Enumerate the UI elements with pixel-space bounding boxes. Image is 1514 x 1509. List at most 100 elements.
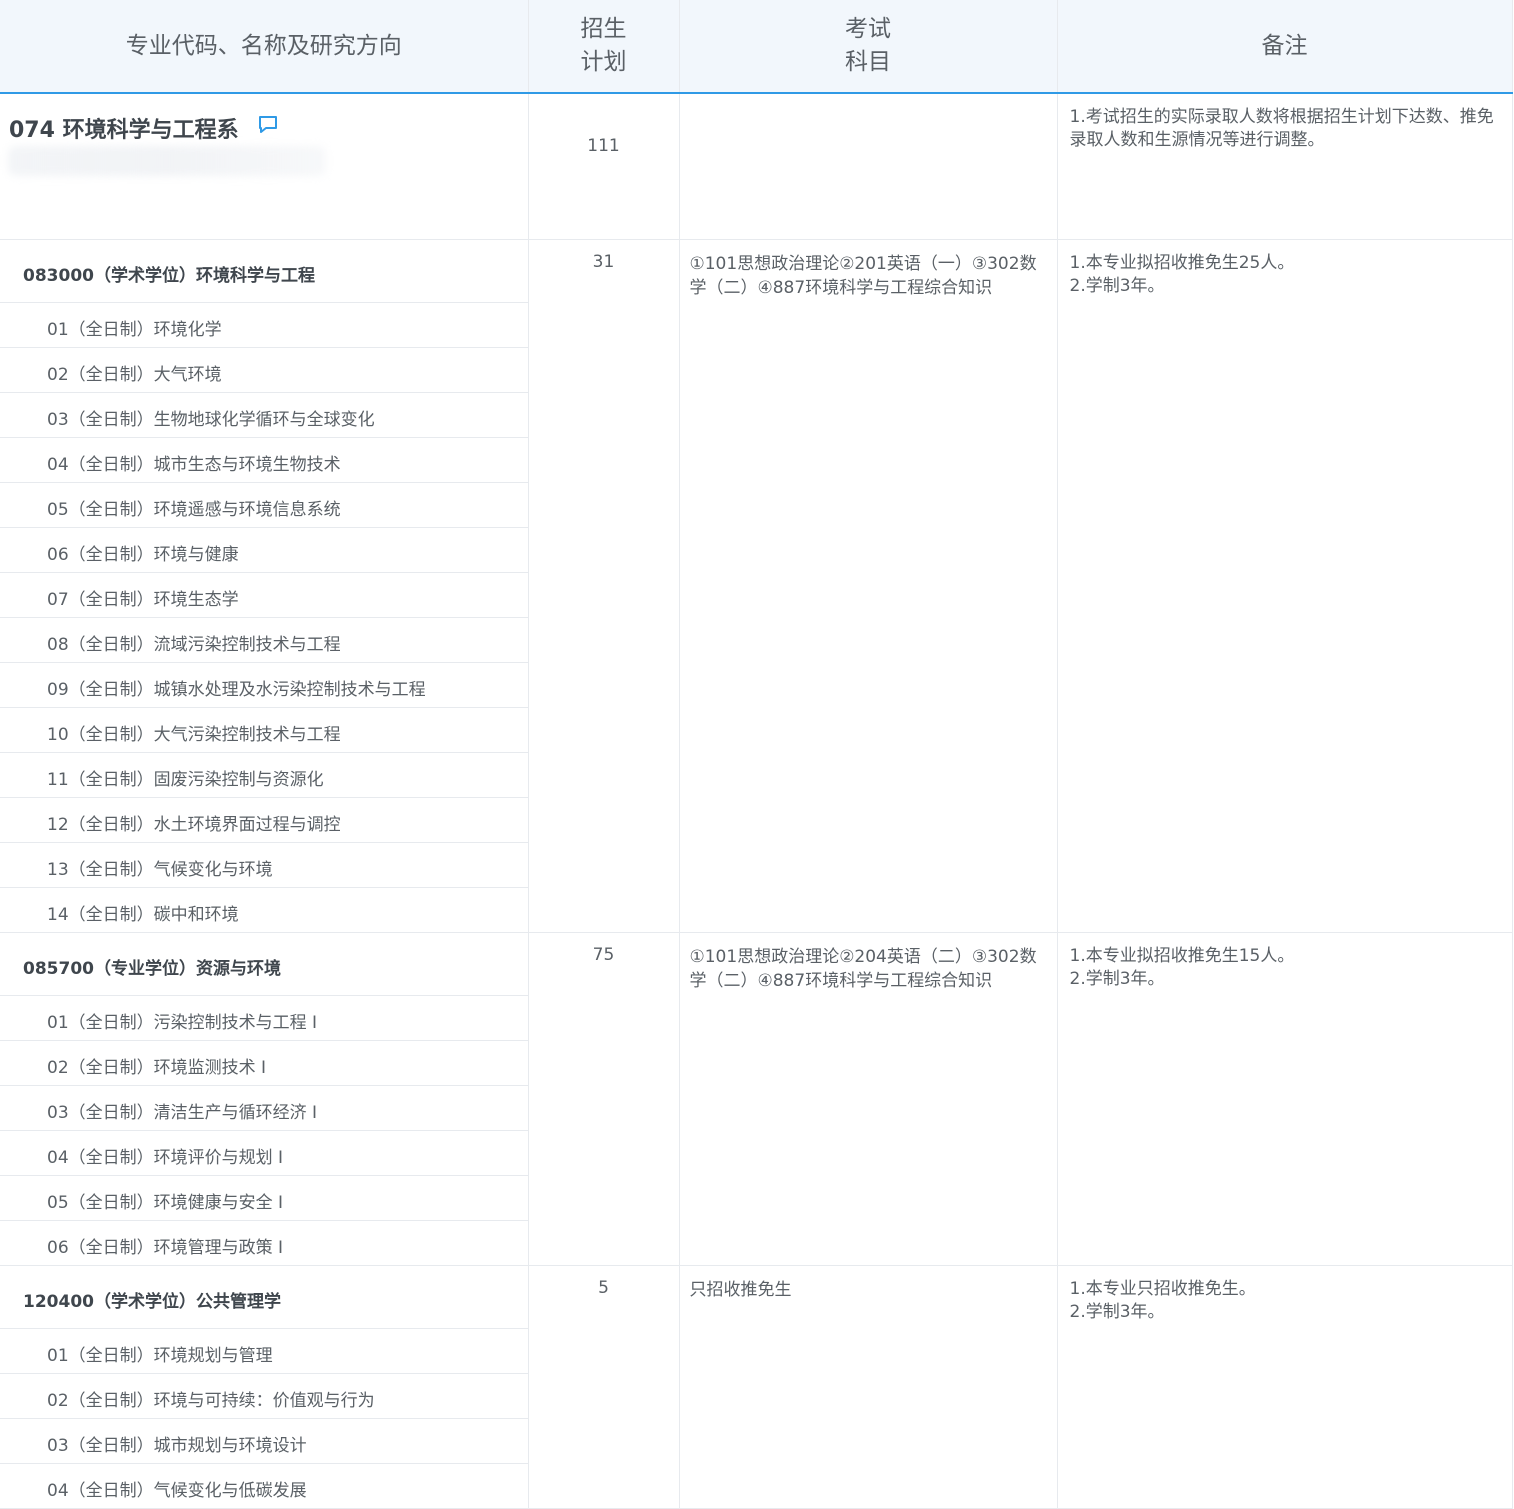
major-note-line: 2.学制3年。 <box>1069 969 1165 989</box>
header-plan-line1: 招生 <box>580 16 627 42</box>
major-note-line: 2.学制3年。 <box>1069 1302 1165 1322</box>
major-name-cell: 120400（学术学位）公共管理学 <box>0 1265 529 1329</box>
major-note: 1.本专业只招收推免生。 2.学制3年。 <box>1057 1265 1513 1509</box>
direction-cell: 10（全日制）大气污染控制技术与工程 <box>0 707 529 753</box>
major-exam-line: ①101思想政治理论②201英语（一）③302数 <box>689 254 1037 274</box>
table-header-row: 专业代码、名称及研究方向 招生 计划 考试 科目 备注 <box>0 0 1513 94</box>
direction-cell: 11（全日制）固废污染控制与资源化 <box>0 752 529 798</box>
header-exam: 考试 科目 <box>679 0 1058 94</box>
direction-cell: 12（全日制）水土环境界面过程与调控 <box>0 797 529 843</box>
direction-name: 06（全日制）环境与健康 <box>47 545 239 565</box>
header-major-label: 专业代码、名称及研究方向 <box>125 32 402 59</box>
direction-cell: 05（全日制）环境遥感与环境信息系统 <box>0 482 529 528</box>
direction-name: 01（全日制）污染控制技术与工程 I <box>47 1013 318 1033</box>
direction-cell: 02（全日制）环境监测技术 I <box>0 1040 529 1086</box>
direction-name: 02（全日制）环境与可持续：价值观与行为 <box>47 1391 375 1411</box>
header-note: 备注 <box>1057 0 1513 94</box>
major-plan: 75 <box>528 932 680 1266</box>
major-name-cell: 083000（学术学位）环境科学与工程 <box>0 239 529 303</box>
department-row: 074 环境科学与工程系 111 1.考试招生的实际录取人数将根据招生计划下达数… <box>0 93 1513 240</box>
department-plan: 111 <box>528 93 680 240</box>
direction-name: 06（全日制）环境管理与政策 I <box>47 1238 284 1258</box>
direction-cell: 06（全日制）环境管理与政策 I <box>0 1220 529 1266</box>
major-exam-line: 学（二）④887环境科学与工程综合知识 <box>689 278 993 298</box>
direction-cell: 05（全日制）环境健康与安全 I <box>0 1175 529 1221</box>
direction-name: 05（全日制）环境健康与安全 I <box>47 1193 284 1213</box>
header-plan-line2: 计划 <box>580 49 627 75</box>
header-exam-line1: 考试 <box>845 16 891 42</box>
direction-name: 04（全日制）城市生态与环境生物技术 <box>47 455 341 475</box>
chat-bubble-icon[interactable] <box>257 114 279 136</box>
direction-cell: 02（全日制）大气环境 <box>0 347 529 393</box>
major-plan-value: 31 <box>592 252 615 272</box>
direction-name: 02（全日制）大气环境 <box>47 365 222 385</box>
direction-cell: 04（全日制）城市生态与环境生物技术 <box>0 437 529 483</box>
direction-cell: 14（全日制）碳中和环境 <box>0 887 529 933</box>
major-name: 120400（学术学位）公共管理学 <box>23 1292 281 1312</box>
direction-name: 01（全日制）环境化学 <box>47 320 222 340</box>
direction-name: 03（全日制）城市规划与环境设计 <box>47 1436 307 1456</box>
major-exam: ①101思想政治理论②201英语（一）③302数 学（二）④887环境科学与工程综… <box>679 239 1058 933</box>
direction-cell: 01（全日制）环境化学 <box>0 302 529 348</box>
direction-cell: 01（全日制）污染控制技术与工程 I <box>0 995 529 1041</box>
direction-name: 04（全日制）环境评价与规划 I <box>47 1148 284 1168</box>
department-note-line2: 录取人数和生源情况等进行调整。 <box>1069 130 1325 150</box>
major-note-line: 2.学制3年。 <box>1069 276 1165 296</box>
department-plan-value: 111 <box>587 136 620 156</box>
major-name-cell: 085700（专业学位）资源与环境 <box>0 932 529 996</box>
department-cell: 074 环境科学与工程系 <box>0 93 529 240</box>
major-plan: 5 <box>528 1265 680 1509</box>
major-row: 085700（专业学位）资源与环境 75 ①101思想政治理论②204英语（二）③3… <box>0 932 1513 1266</box>
direction-name: 10（全日制）大气污染控制技术与工程 <box>47 725 341 745</box>
major-row: 120400（学术学位）公共管理学 5 只招收推免生 1.本专业只招收推免生。 2.学制… <box>0 1265 1513 1509</box>
direction-cell: 04（全日制）气候变化与低碳发展 <box>0 1463 529 1509</box>
major-exam-line: 只招收推免生 <box>689 1280 792 1300</box>
major-plan: 31 <box>528 239 680 933</box>
major-exam: ①101思想政治理论②204英语（二）③302数 学（二）④887环境科学与工程综… <box>679 932 1058 1266</box>
direction-cell: 13（全日制）气候变化与环境 <box>0 842 529 888</box>
major-note-line: 1.本专业只招收推免生。 <box>1069 1279 1256 1299</box>
blurred-subtitle <box>8 146 326 176</box>
direction-name: 07（全日制）环境生态学 <box>47 590 239 610</box>
direction-name: 04（全日制）气候变化与低碳发展 <box>47 1481 307 1501</box>
direction-name: 14（全日制）碳中和环境 <box>47 905 239 925</box>
direction-cell: 08（全日制）流域污染控制技术与工程 <box>0 617 529 663</box>
department-note: 1.考试招生的实际录取人数将根据招生计划下达数、推免 录取人数和生源情况等进行调… <box>1057 93 1513 240</box>
major-plan-value: 75 <box>592 945 615 965</box>
direction-name: 01（全日制）环境规划与管理 <box>47 1346 273 1366</box>
direction-cell: 02（全日制）环境与可持续：价值观与行为 <box>0 1373 529 1419</box>
direction-cell: 06（全日制）环境与健康 <box>0 527 529 573</box>
direction-cell: 07（全日制）环境生态学 <box>0 572 529 618</box>
direction-cell: 01（全日制）环境规划与管理 <box>0 1328 529 1374</box>
major-name: 083000（学术学位）环境科学与工程 <box>23 266 315 286</box>
header-plan: 招生 计划 <box>528 0 680 94</box>
direction-name: 03（全日制）清洁生产与循环经济 I <box>47 1103 318 1123</box>
header-major: 专业代码、名称及研究方向 <box>0 0 529 94</box>
major-row: 083000（学术学位）环境科学与工程 31 ①101思想政治理论②201英语（一）… <box>0 239 1513 933</box>
enrollment-plan-table: 专业代码、名称及研究方向 招生 计划 考试 科目 备注 074 环境科学与工程系 <box>0 0 1513 1509</box>
header-exam-line2: 科目 <box>845 49 891 75</box>
header-note-label: 备注 <box>1261 32 1308 59</box>
direction-name: 13（全日制）气候变化与环境 <box>47 860 273 880</box>
major-note-line: 1.本专业拟招收推免生15人。 <box>1069 946 1295 966</box>
major-exam-line: ①101思想政治理论②204英语（二）③302数 <box>689 947 1037 967</box>
department-title: 074 环境科学与工程系 <box>9 112 279 144</box>
major-plan-value: 5 <box>598 1278 609 1298</box>
department-note-line1: 1.考试招生的实际录取人数将根据招生计划下达数、推免 <box>1069 107 1494 127</box>
major-exam-line: 学（二）④887环境科学与工程综合知识 <box>689 971 993 991</box>
direction-name: 11（全日制）固废污染控制与资源化 <box>47 770 324 790</box>
direction-name: 12（全日制）水土环境界面过程与调控 <box>47 815 341 835</box>
major-note: 1.本专业拟招收推免生25人。 2.学制3年。 <box>1057 239 1513 933</box>
major-note-line: 1.本专业拟招收推免生25人。 <box>1069 253 1295 273</box>
major-note: 1.本专业拟招收推免生15人。 2.学制3年。 <box>1057 932 1513 1266</box>
direction-cell: 04（全日制）环境评价与规划 I <box>0 1130 529 1176</box>
department-exam <box>679 93 1058 240</box>
direction-name: 02（全日制）环境监测技术 I <box>47 1058 267 1078</box>
direction-name: 09（全日制）城镇水处理及水污染控制技术与工程 <box>47 680 426 700</box>
direction-cell: 09（全日制）城镇水处理及水污染控制技术与工程 <box>0 662 529 708</box>
direction-name: 08（全日制）流域污染控制技术与工程 <box>47 635 341 655</box>
direction-cell: 03（全日制）清洁生产与循环经济 I <box>0 1085 529 1131</box>
department-title-text: 074 环境科学与工程系 <box>9 118 239 143</box>
major-exam: 只招收推免生 <box>679 1265 1058 1509</box>
direction-cell: 03（全日制）生物地球化学循环与全球变化 <box>0 392 529 438</box>
